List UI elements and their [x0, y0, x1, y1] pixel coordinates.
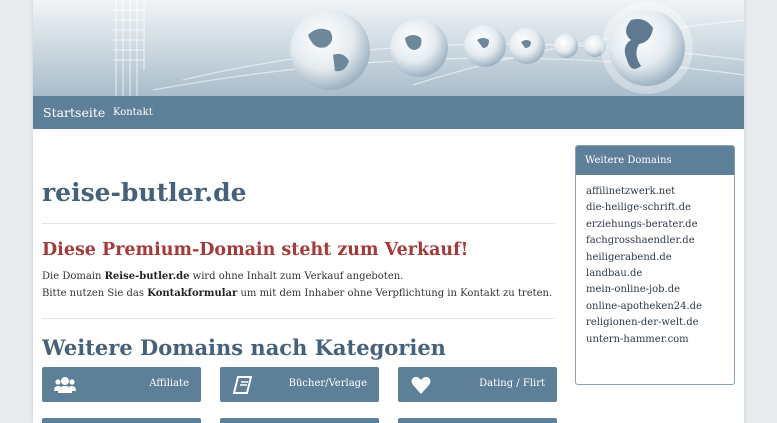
- category-button-partial[interactable]: [398, 418, 557, 423]
- domain-link[interactable]: fachgrosshaendler.de: [586, 233, 734, 249]
- sale-heading: Diese Premium-Domain steht zum Verkauf!: [42, 240, 469, 260]
- domain-link[interactable]: heiligerabend.de: [586, 250, 734, 266]
- page: Startseite Kontakt reise-butler.de Diese…: [33, 0, 744, 423]
- domain-link[interactable]: landbau.de: [586, 266, 734, 282]
- categories-heading: Weitere Domains nach Kategorien: [42, 335, 446, 360]
- page-title: reise-butler.de: [42, 178, 247, 207]
- domain-link[interactable]: religionen-der-welt.de: [586, 315, 734, 331]
- category-label: Dating / Flirt: [479, 378, 545, 389]
- sidebar-more-domains: Weitere Domains affilinetzwerk.net die-h…: [575, 145, 735, 385]
- contact-form-link[interactable]: Kontakformular: [147, 288, 237, 299]
- category-label: Affiliate: [149, 378, 189, 389]
- category-button-buecher[interactable]: Bücher/Verlage: [220, 367, 379, 402]
- domain-link[interactable]: erziehungs-berater.de: [586, 217, 734, 233]
- sale-text-suffix: wird ohne Inhalt zum Verkauf angeboten.: [189, 271, 404, 282]
- divider: [42, 318, 555, 319]
- nav-contact-link[interactable]: Kontakt: [113, 96, 153, 129]
- divider: [42, 223, 555, 224]
- main-nav: Startseite Kontakt: [33, 96, 744, 129]
- contact-text-suffix: um mit dem Inhaber ohne Verpflichtung in…: [237, 288, 553, 299]
- domain-list: affilinetzwerk.net die-heilige-schrift.d…: [576, 175, 734, 348]
- sale-text-prefix: Die Domain: [42, 271, 105, 282]
- sale-text-line-1: Die Domain Reise-butler.de wird ohne Inh…: [42, 270, 403, 284]
- domain-link[interactable]: affilinetzwerk.net: [586, 184, 734, 200]
- domain-link[interactable]: online-apotheken24.de: [586, 299, 734, 315]
- globes-banner-image: [113, 0, 744, 96]
- category-button-affiliate[interactable]: Affiliate: [42, 367, 201, 402]
- sale-text-line-2: Bitte nutzen Sie das Kontakformular um m…: [42, 287, 552, 301]
- book-icon: [232, 376, 253, 394]
- sidebar-title: Weitere Domains: [576, 146, 734, 175]
- domain-link[interactable]: die-heilige-schrift.de: [586, 200, 734, 216]
- category-button-partial[interactable]: [220, 418, 379, 423]
- contact-text-prefix: Bitte nutzen Sie das: [42, 288, 148, 299]
- header-banner: [33, 0, 744, 96]
- domain-link[interactable]: untern-hammer.com: [586, 332, 734, 348]
- domain-link[interactable]: mein-online-job.de: [586, 282, 734, 298]
- heart-icon: [411, 376, 431, 394]
- category-button-partial[interactable]: [42, 418, 201, 423]
- nav-home-link[interactable]: Startseite: [43, 96, 105, 129]
- users-icon: [54, 377, 76, 393]
- category-button-dating[interactable]: Dating / Flirt: [398, 367, 557, 402]
- domain-name-bold: Reise-butler.de: [104, 271, 190, 282]
- category-label: Bücher/Verlage: [288, 378, 367, 389]
